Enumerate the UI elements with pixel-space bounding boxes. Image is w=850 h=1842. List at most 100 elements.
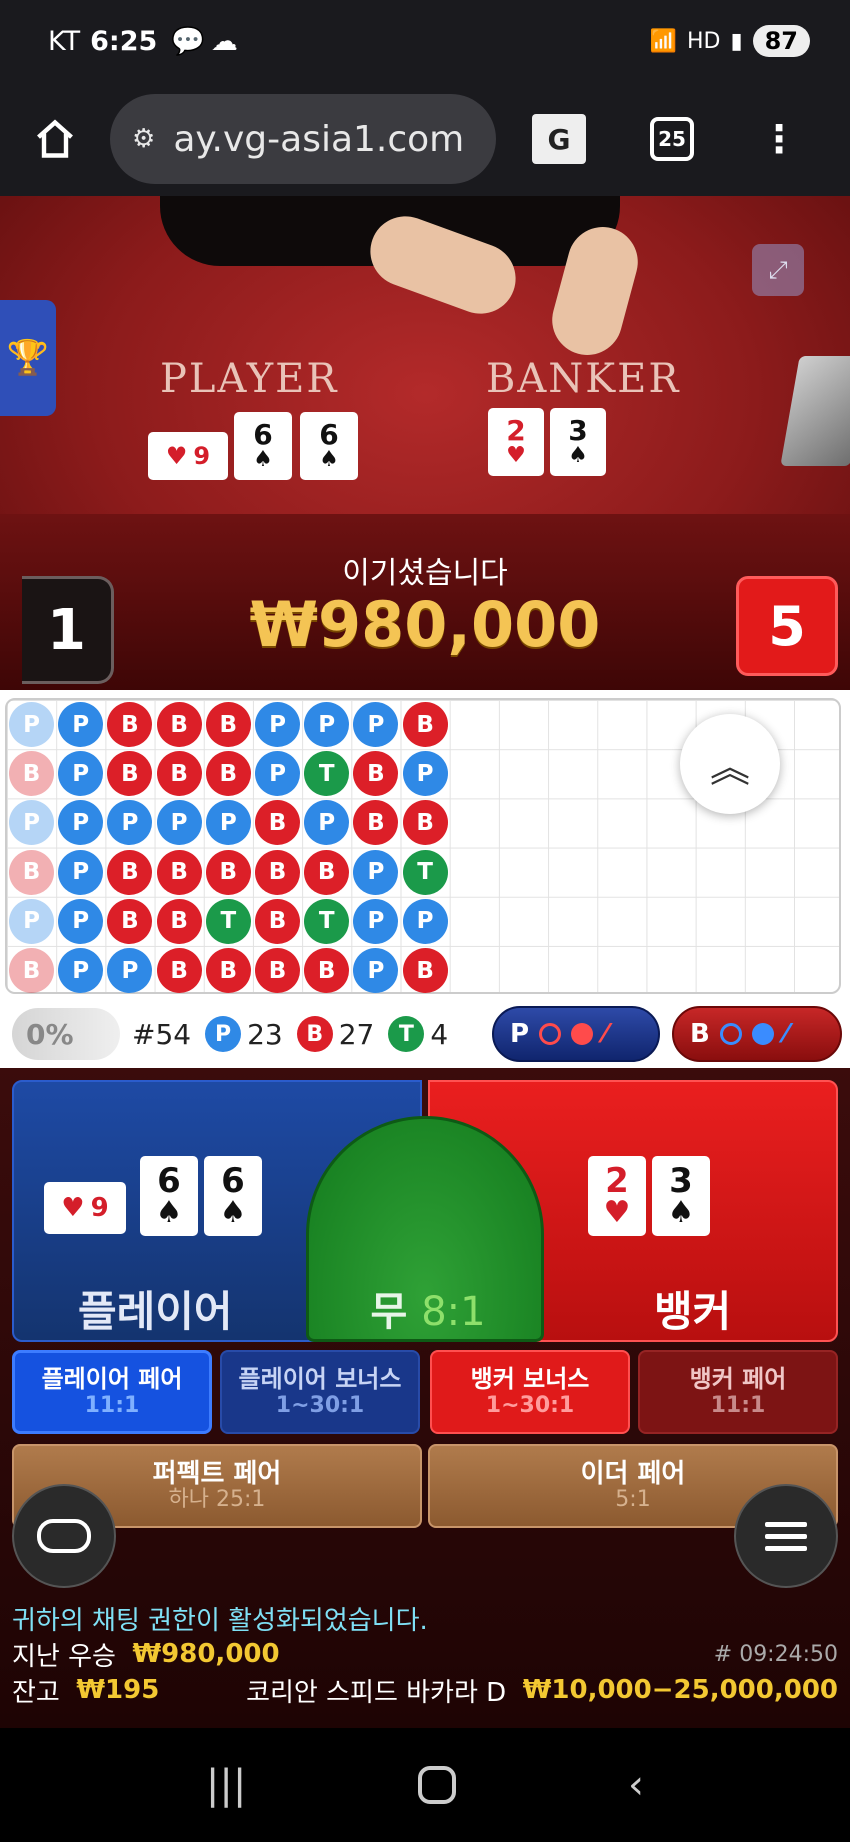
player-card-1: ♥ 9 bbox=[44, 1182, 126, 1234]
player-pair-bet[interactable]: 플레이어 페어 11:1 bbox=[12, 1350, 212, 1434]
card-shoe bbox=[780, 356, 850, 466]
bead-b: B bbox=[255, 849, 300, 895]
player-card-2: 6 ♠ bbox=[140, 1156, 198, 1236]
more-menu-icon[interactable]: ⋮ bbox=[760, 120, 798, 158]
player-predict-button[interactable]: P ⁄ bbox=[492, 1006, 660, 1062]
bead-b: B bbox=[156, 751, 202, 797]
menu-button[interactable] bbox=[734, 1484, 838, 1588]
bead-b: B bbox=[255, 898, 300, 944]
chat-status-message: 귀하의 채팅 권한이 활성화되었습니다. bbox=[12, 1605, 428, 1636]
table-name: 코리안 스피드 바카라 D bbox=[246, 1677, 507, 1708]
bead-b: B bbox=[255, 948, 300, 993]
banker-card-1: 2 ♥ bbox=[588, 1156, 646, 1236]
bead-t: T bbox=[304, 898, 350, 944]
tie-bet-label: 무 8:1 bbox=[370, 1289, 486, 1335]
bead-p: P bbox=[58, 751, 104, 797]
bead-p: P bbox=[205, 800, 251, 846]
table-player-card-2: 6 ♠ bbox=[234, 412, 292, 480]
player-bonus-bet[interactable]: 플레이어 보너스 1~30:1 bbox=[220, 1350, 420, 1434]
bead-b: B bbox=[107, 751, 153, 797]
bead-p: P bbox=[304, 800, 350, 846]
bead-b: B bbox=[156, 849, 202, 895]
last-win-amount: ₩980,000 bbox=[132, 1639, 280, 1669]
fullscreen-icon[interactable]: ⤢ bbox=[752, 244, 804, 296]
nav-home-icon[interactable] bbox=[418, 1766, 457, 1804]
table-banker-label: BANKER bbox=[486, 356, 681, 402]
table-banker-card-2: 3 ♠ bbox=[550, 408, 606, 476]
wifi-icon: 📶 bbox=[649, 28, 677, 54]
table-player-label: PLAYER bbox=[160, 356, 339, 402]
hd-icon: HD bbox=[687, 28, 721, 54]
banker-bonus-bet[interactable]: 뱅커 보너스 1~30:1 bbox=[430, 1350, 630, 1434]
tab-switcher-button[interactable]: 25 bbox=[650, 117, 694, 161]
big-eye-icon bbox=[719, 1023, 742, 1045]
expand-roadmap-icon[interactable]: ︽ bbox=[680, 714, 780, 814]
back-icon[interactable]: ‹ bbox=[628, 1762, 644, 1808]
bead-p: P bbox=[353, 849, 399, 895]
bead-b: B bbox=[402, 800, 448, 846]
site-settings-icon[interactable]: ⚙ bbox=[132, 124, 155, 154]
bead-p: P bbox=[107, 800, 153, 846]
bead-p: P bbox=[58, 898, 104, 944]
bead-p: P bbox=[58, 849, 104, 895]
bead-p: P bbox=[107, 948, 153, 993]
bead-p: P bbox=[9, 702, 54, 747]
bead-p: P bbox=[402, 898, 448, 944]
bet-limits: ₩10,000−25,000,000 bbox=[522, 1675, 838, 1705]
chat-button[interactable] bbox=[12, 1484, 116, 1588]
home-button[interactable] bbox=[0, 117, 110, 161]
bead-b: B bbox=[9, 849, 54, 895]
bead-b: B bbox=[205, 849, 251, 895]
player-card-3: 6 ♠ bbox=[204, 1156, 262, 1236]
small-road-icon bbox=[751, 1023, 774, 1045]
big-eye-icon bbox=[539, 1023, 562, 1045]
player-score: 1 bbox=[22, 576, 114, 684]
bead-t: T bbox=[205, 898, 251, 944]
small-road-icon bbox=[571, 1023, 594, 1045]
tie-bet-zone[interactable]: 무 8:1 bbox=[306, 1116, 544, 1342]
url-text: ay.vg-asia1.com bbox=[173, 118, 465, 160]
chat-icon bbox=[37, 1519, 91, 1553]
bead-b: B bbox=[205, 751, 251, 797]
signal-icon: ▮ bbox=[730, 28, 743, 54]
win-amount: ₩980,000 bbox=[249, 588, 601, 661]
cockroach-icon: ⁄ bbox=[783, 1019, 789, 1049]
banker-bet-label: 뱅커 bbox=[654, 1287, 732, 1336]
player-count: 23 bbox=[247, 1017, 283, 1051]
bead-p: P bbox=[255, 702, 300, 747]
bead-b: B bbox=[402, 702, 448, 747]
bead-b: B bbox=[205, 948, 251, 993]
bead-p: P bbox=[58, 702, 104, 747]
win-message: 이기셨습니다 bbox=[342, 556, 508, 591]
banker-pair-bet[interactable]: 뱅커 페어 11:1 bbox=[638, 1350, 838, 1434]
bead-b: B bbox=[255, 800, 300, 846]
chat-notification-icon: 💬 bbox=[171, 26, 205, 57]
balance-label: 잔고 bbox=[12, 1677, 60, 1708]
carrier-label: KT bbox=[48, 25, 81, 57]
trophy-icon[interactable]: 🏆 bbox=[0, 300, 56, 416]
cloud-notification-icon: ☁ bbox=[210, 25, 238, 57]
tie-count-badge: T bbox=[388, 1016, 425, 1052]
player-bet-label: 플레이어 bbox=[78, 1287, 233, 1336]
recent-apps-icon[interactable]: ||| bbox=[206, 1762, 246, 1808]
bead-b: B bbox=[402, 948, 448, 993]
bead-p: P bbox=[58, 948, 104, 993]
bead-b: B bbox=[156, 948, 202, 993]
round-number: #54 bbox=[132, 1017, 192, 1051]
address-bar[interactable]: ⚙ ay.vg-asia1.com bbox=[110, 94, 496, 184]
tie-count: 4 bbox=[430, 1017, 449, 1051]
banker-card-2: 3 ♠ bbox=[652, 1156, 710, 1236]
notification-icons: 💬 ☁ bbox=[171, 25, 238, 58]
bead-b: B bbox=[205, 702, 251, 747]
battery-indicator: 87 bbox=[752, 25, 810, 57]
banker-score: 5 bbox=[736, 576, 838, 676]
bead-p: P bbox=[402, 751, 448, 797]
last-win-row: 지난 우승 ₩980,000 # 09:24:50 bbox=[12, 1636, 838, 1672]
cockroach-icon: ⁄ bbox=[603, 1019, 608, 1049]
banker-predict-button[interactable]: B ⁄ bbox=[672, 1006, 842, 1062]
player-count-badge: P bbox=[205, 1016, 242, 1052]
bead-b: B bbox=[156, 898, 202, 944]
bead-p: P bbox=[353, 898, 399, 944]
bead-road[interactable]: PBPBPBPPPPPPBBPBBPBBPBBBBBPBTBPPBBBBPTPB… bbox=[0, 690, 850, 1000]
translate-icon[interactable]: G bbox=[532, 114, 586, 164]
